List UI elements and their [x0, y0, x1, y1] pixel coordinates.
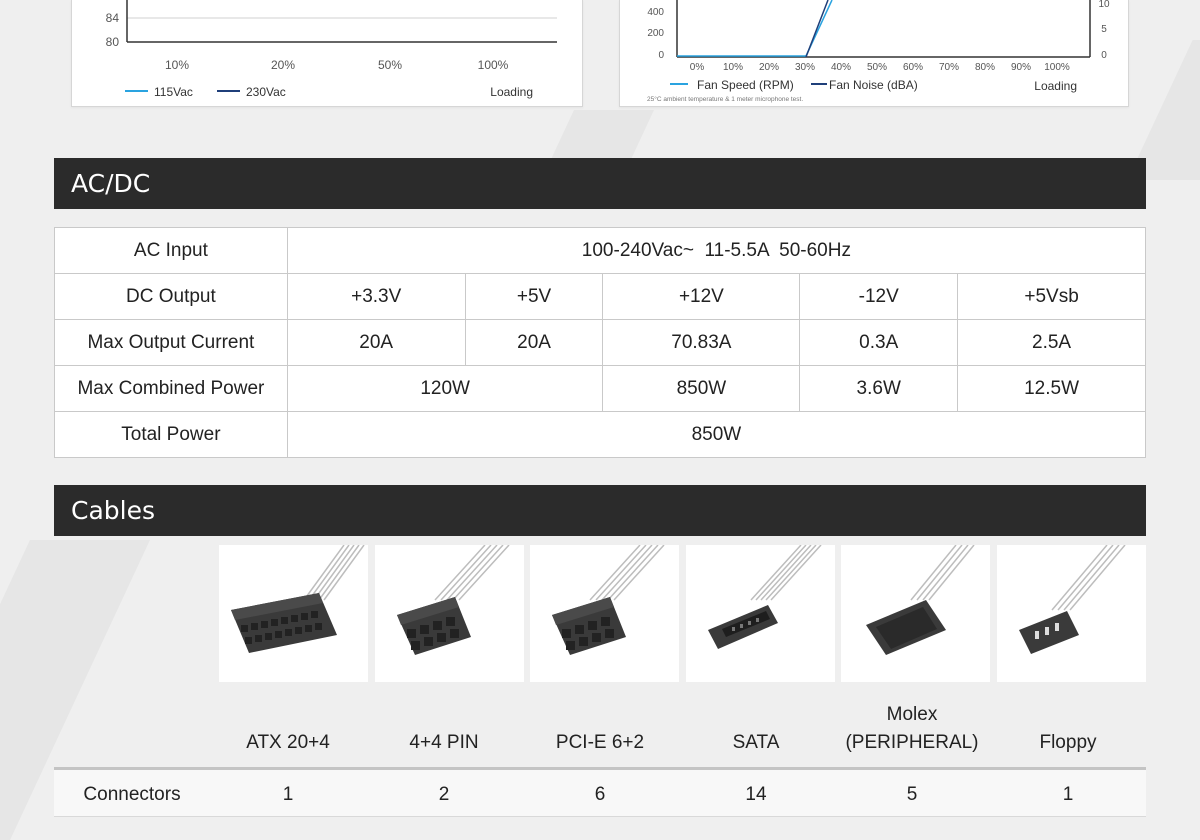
cable-label-atx: ATX 20+4	[246, 732, 330, 753]
fan-x-ticks: 0% 10% 20% 30% 40% 50% 60% 70% 80% 90% 100%	[690, 62, 1070, 73]
cable-label-molex-line2: (PERIPHERAL)	[845, 732, 979, 753]
connector-count-floppy: 1	[1062, 784, 1074, 805]
row-label: AC Input	[54, 227, 288, 274]
connector-count-pcie: 6	[594, 784, 606, 805]
table-row: Total Power 850W	[54, 411, 1147, 458]
x-tick-label: 10%	[165, 58, 189, 72]
x-tick-label: 60%	[903, 62, 923, 73]
y-tick-label: 0	[658, 50, 664, 61]
table-cell: +5V	[464, 273, 604, 320]
fan-chart: 400 200 0 10 5 0 0% 10% 20% 30% 40% 50% 60% 70%…	[619, 0, 1129, 107]
connector-count-4plus4: 2	[438, 784, 450, 805]
table-cell: +5Vsb	[957, 273, 1146, 320]
legend-label: 115Vac	[154, 85, 193, 99]
table-cell: +3.3V	[286, 273, 466, 320]
x-tick-label: 20%	[271, 58, 295, 72]
molex-connector-image	[841, 544, 990, 682]
cable-label-floppy: Floppy	[1039, 732, 1097, 753]
y-tick-label: 84	[106, 11, 120, 25]
table-row: Max Combined Power 120W 850W 3.6W 12.5W	[54, 365, 1146, 412]
table-cell: 70.83A	[602, 319, 801, 366]
fan-noise-line	[805, 0, 829, 58]
row-label: Max Combined Power	[54, 365, 288, 412]
section-header-acdc: AC/DC	[54, 158, 1146, 209]
table-cell: -12V	[799, 273, 959, 320]
row-label: DC Output	[54, 273, 288, 320]
legend-label: 230Vac	[246, 85, 286, 99]
x-tick-label: 40%	[831, 62, 851, 73]
pcie-connector-image	[530, 544, 679, 682]
x-tick-label: 20%	[759, 62, 779, 73]
table-cell: 2.5A	[957, 319, 1146, 366]
table-cell: 850W	[602, 365, 801, 412]
cable-label-molex: Molex (PERIPHERAL)	[834, 701, 990, 757]
table-cell: 100-240Vac~ 11-5.5A 50-60Hz	[286, 227, 1147, 274]
y-tick-label-right: 10	[1098, 0, 1110, 10]
x-tick-label: 0%	[690, 62, 705, 73]
table-cell: 850W	[286, 411, 1147, 458]
x-tick-label: 50%	[867, 62, 887, 73]
table-cell: 0.3A	[799, 319, 959, 366]
cable-label-pcie: PCI-E 6+2	[555, 732, 645, 753]
x-tick-label: 100%	[478, 58, 509, 72]
sata-connector-image	[686, 544, 835, 682]
acdc-spec-table: AC Input 100-240Vac~ 11-5.5A 50-60Hz DC …	[54, 227, 1147, 458]
atx-connector-image	[219, 544, 368, 682]
x-tick-label: 70%	[939, 62, 959, 73]
x-axis-title: Loading	[1034, 79, 1077, 93]
x-tick-label: 30%	[795, 62, 815, 73]
x-tick-label: 90%	[1011, 62, 1031, 73]
table-row: DC Output +3.3V +5V +12V -12V +5Vsb	[54, 273, 1146, 320]
y-tick-label-right: 0	[1101, 50, 1107, 61]
floppy-connector-image	[997, 544, 1146, 682]
y-tick-label: 200	[647, 28, 664, 39]
section-header-cables: Cables	[54, 485, 1146, 536]
table-cell: 3.6W	[799, 365, 959, 412]
x-tick-label: 80%	[975, 62, 995, 73]
x-tick-label: 50%	[378, 58, 402, 72]
table-cell: 12.5W	[957, 365, 1146, 412]
table-cell: 20A	[286, 319, 466, 366]
efficiency-chart: 84 80 10% 20% 50% 100% 115Vac 230Vac Loa…	[71, 0, 583, 107]
connector-count-molex: 5	[906, 784, 918, 805]
table-cell: +12V	[602, 273, 801, 320]
y-tick-label: 400	[647, 7, 664, 18]
table-row: Max Output Current 20A 20A 70.83A 0.3A 2…	[54, 319, 1146, 366]
row-label: Total Power	[54, 411, 288, 458]
connector-count-sata: 14	[745, 784, 767, 805]
cable-label-4plus4: 4+4 PIN	[409, 732, 479, 753]
cable-label-sata: SATA	[732, 732, 780, 753]
x-tick-label: 10%	[723, 62, 743, 73]
legend-label: Fan Noise (dBA)	[829, 78, 918, 92]
x-tick-label: 100%	[1044, 62, 1070, 73]
row-label: Max Output Current	[54, 319, 288, 366]
row-label: Connectors	[83, 784, 181, 805]
connector-count-atx: 1	[282, 784, 294, 805]
eps-connector-image	[375, 544, 524, 682]
y-tick-label: 80	[106, 35, 120, 49]
y-tick-label-right: 5	[1101, 24, 1107, 35]
table-cell: 20A	[464, 319, 604, 366]
chart-footnote: 25°C ambient temperature & 1 meter micro…	[647, 95, 803, 103]
table-cell: 120W	[286, 365, 604, 412]
legend-label: Fan Speed (RPM)	[697, 78, 794, 92]
cable-label-molex-line1: Molex	[886, 704, 938, 725]
connectors-row: Connectors 1 2 6 14 5 1	[54, 767, 1146, 817]
table-row: AC Input 100-240Vac~ 11-5.5A 50-60Hz	[54, 227, 1147, 274]
x-axis-title: Loading	[490, 85, 533, 99]
